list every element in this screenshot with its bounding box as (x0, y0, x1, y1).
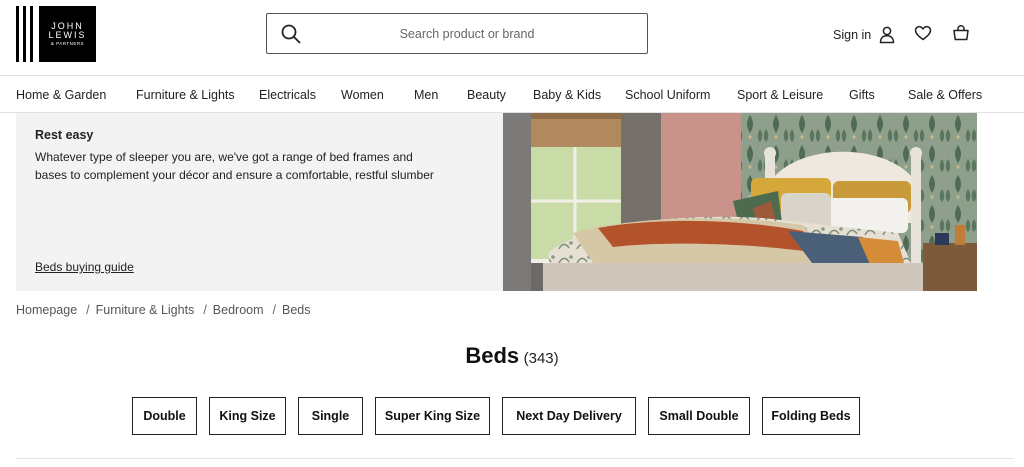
hero-title: Rest easy (35, 128, 94, 142)
nav-item-school-uniform[interactable]: School Uniform (625, 88, 710, 102)
product-count: (343) (523, 350, 559, 367)
nav-item-women[interactable]: Women (341, 88, 384, 102)
logo-wordmark: JOHN LEWIS & PARTNERS (39, 6, 96, 62)
filter-chip-folding-beds[interactable]: Folding Beds (762, 397, 860, 435)
divider (16, 458, 1014, 459)
bedroom-hero-image (503, 113, 977, 291)
nav-item-gifts[interactable]: Gifts (849, 88, 875, 102)
logo-line-2: LEWIS (48, 30, 87, 41)
breadcrumb: Homepage / Furniture & Lights / Bedroom … (16, 303, 311, 317)
breadcrumb-beds: Beds (282, 303, 311, 317)
breadcrumb-separator: / (86, 303, 90, 317)
search-bar (266, 13, 648, 54)
nav-item-men[interactable]: Men (414, 88, 438, 102)
breadcrumb-separator: / (272, 303, 277, 317)
logo-bars (16, 6, 33, 62)
filter-chip-super-king-size[interactable]: Super King Size (375, 397, 490, 435)
nav-item-sport-leisure[interactable]: Sport & Leisure (737, 88, 823, 102)
site-header: JOHN LEWIS & PARTNERS Sign in (0, 0, 1024, 75)
breadcrumb-furniture-lights[interactable]: Furniture & Lights (96, 303, 195, 317)
basket-icon[interactable] (952, 24, 970, 42)
signin-label[interactable]: Sign in (833, 28, 871, 42)
nav-item-furniture-lights[interactable]: Furniture & Lights (136, 88, 235, 102)
filter-chip-double[interactable]: Double (132, 397, 197, 435)
nav-item-baby-kids[interactable]: Baby & Kids (533, 88, 601, 102)
breadcrumb-homepage[interactable]: Homepage (16, 303, 77, 317)
john-lewis-logo[interactable]: JOHN LEWIS & PARTNERS (16, 6, 106, 62)
nav-item-home-garden[interactable]: Home & Garden (16, 88, 106, 102)
page-title-text: Beds (465, 343, 520, 368)
search-input[interactable] (267, 14, 647, 53)
search-icon[interactable] (280, 23, 302, 45)
hero-description: Whatever type of sleeper you are, we've … (35, 150, 434, 182)
nav-item-electricals[interactable]: Electricals (259, 88, 316, 102)
logo-line-3: & PARTNERS (50, 40, 85, 46)
filter-chip-next-day-delivery[interactable]: Next Day Delivery (502, 397, 636, 435)
beds-buying-guide-link[interactable]: Beds buying guide (35, 260, 134, 274)
filter-chip-small-double[interactable]: Small Double (648, 397, 750, 435)
main-navigation: Home & Garden Furniture & Lights Electri… (0, 75, 1024, 113)
person-icon[interactable] (879, 26, 895, 44)
heart-icon[interactable] (914, 25, 932, 41)
page-title: Beds (343) (0, 343, 1024, 369)
nav-item-beauty[interactable]: Beauty (467, 88, 506, 102)
hero-banner: Rest easy Whatever type of sleeper you a… (16, 113, 977, 291)
nav-item-sale-offers[interactable]: Sale & Offers (908, 88, 982, 102)
breadcrumb-bedroom[interactable]: Bedroom (213, 303, 264, 317)
filter-chip-king-size[interactable]: King Size (209, 397, 286, 435)
breadcrumb-separator: / (203, 303, 207, 317)
filter-chip-single[interactable]: Single (298, 397, 363, 435)
account-link[interactable]: Sign in (833, 26, 895, 44)
